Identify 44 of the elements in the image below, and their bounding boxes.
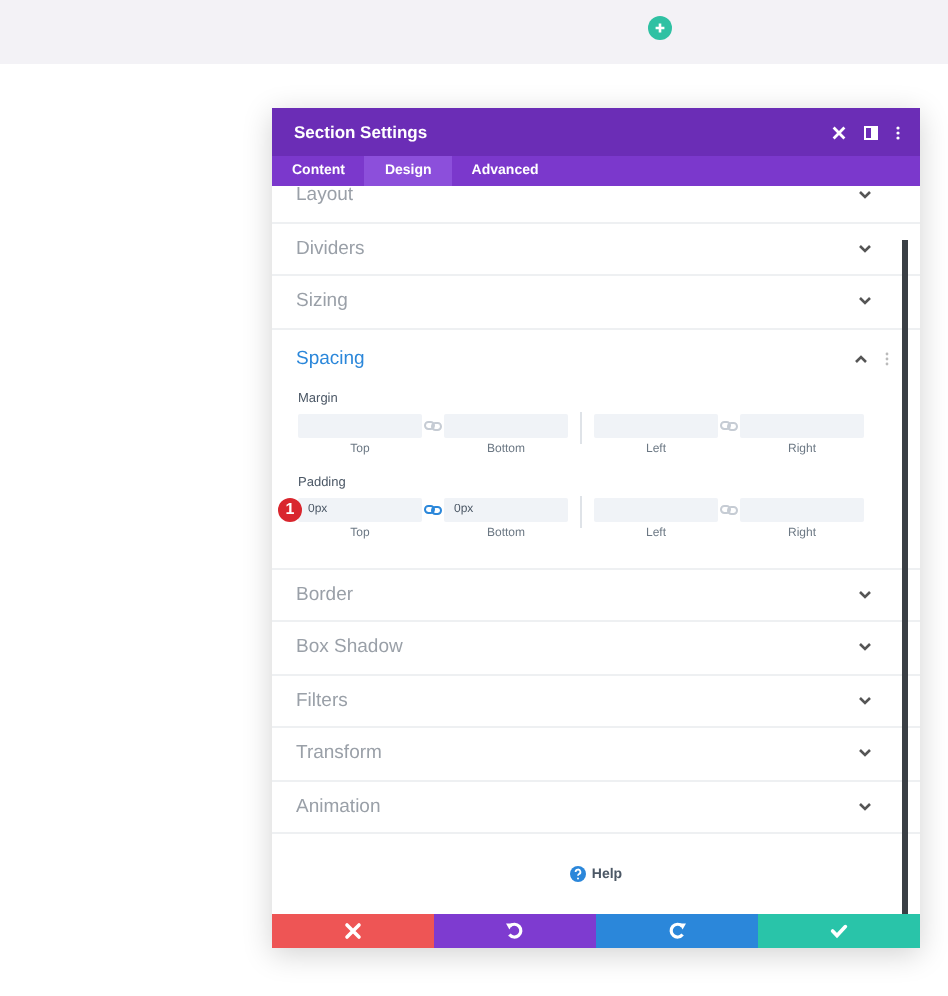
chevron-down-icon[interactable] [858, 695, 872, 706]
input-field[interactable] [594, 497, 718, 521]
input-field[interactable] [740, 413, 864, 437]
chevron-up-icon[interactable] [854, 354, 868, 364]
link-icon[interactable] [720, 503, 738, 515]
step-badge: 1 [278, 497, 302, 521]
section-title[interactable]: Sizing [296, 290, 848, 313]
input-field[interactable] [740, 497, 864, 521]
plus-icon [654, 22, 666, 34]
more-icon[interactable] [884, 352, 890, 366]
section-title[interactable]: Border [296, 583, 848, 606]
close-icon [344, 922, 362, 940]
chevron-down-icon[interactable] [858, 589, 872, 600]
undo-button[interactable] [434, 914, 596, 948]
input-field[interactable] [594, 413, 718, 437]
link-icon[interactable] [720, 419, 738, 431]
chevron-down-icon[interactable] [858, 296, 872, 307]
redo-icon [668, 922, 686, 940]
undo-icon [506, 922, 524, 940]
input-field[interactable] [444, 413, 568, 437]
chevron-down-icon[interactable] [858, 243, 872, 254]
close-icon[interactable] [832, 125, 846, 139]
chevron-down-icon[interactable] [858, 801, 872, 812]
section-title[interactable]: Layout [296, 186, 848, 207]
link-icon[interactable] [424, 503, 442, 515]
section-title[interactable]: Box Shadow [296, 636, 848, 659]
chevron-down-icon[interactable] [858, 748, 872, 759]
link-icon[interactable] [424, 419, 442, 431]
section-title[interactable]: Filters [296, 689, 848, 712]
section-title[interactable]: Animation [296, 795, 848, 818]
cancel-button[interactable] [272, 914, 434, 948]
add-button[interactable] [648, 16, 672, 40]
check-icon [830, 922, 848, 940]
input-field[interactable] [298, 413, 422, 437]
section-title[interactable]: Spacing [296, 348, 844, 370]
section-title[interactable]: Dividers [296, 237, 848, 260]
modal-title: Section Settings [294, 122, 430, 142]
split-view-icon[interactable] [864, 125, 878, 139]
chevron-down-icon[interactable] [858, 190, 872, 201]
redo-button[interactable] [596, 914, 758, 948]
chevron-down-icon[interactable] [858, 642, 872, 653]
scrollbar[interactable] [902, 240, 908, 914]
help-icon[interactable] [569, 866, 586, 882]
section-title[interactable]: Transform [296, 742, 848, 765]
